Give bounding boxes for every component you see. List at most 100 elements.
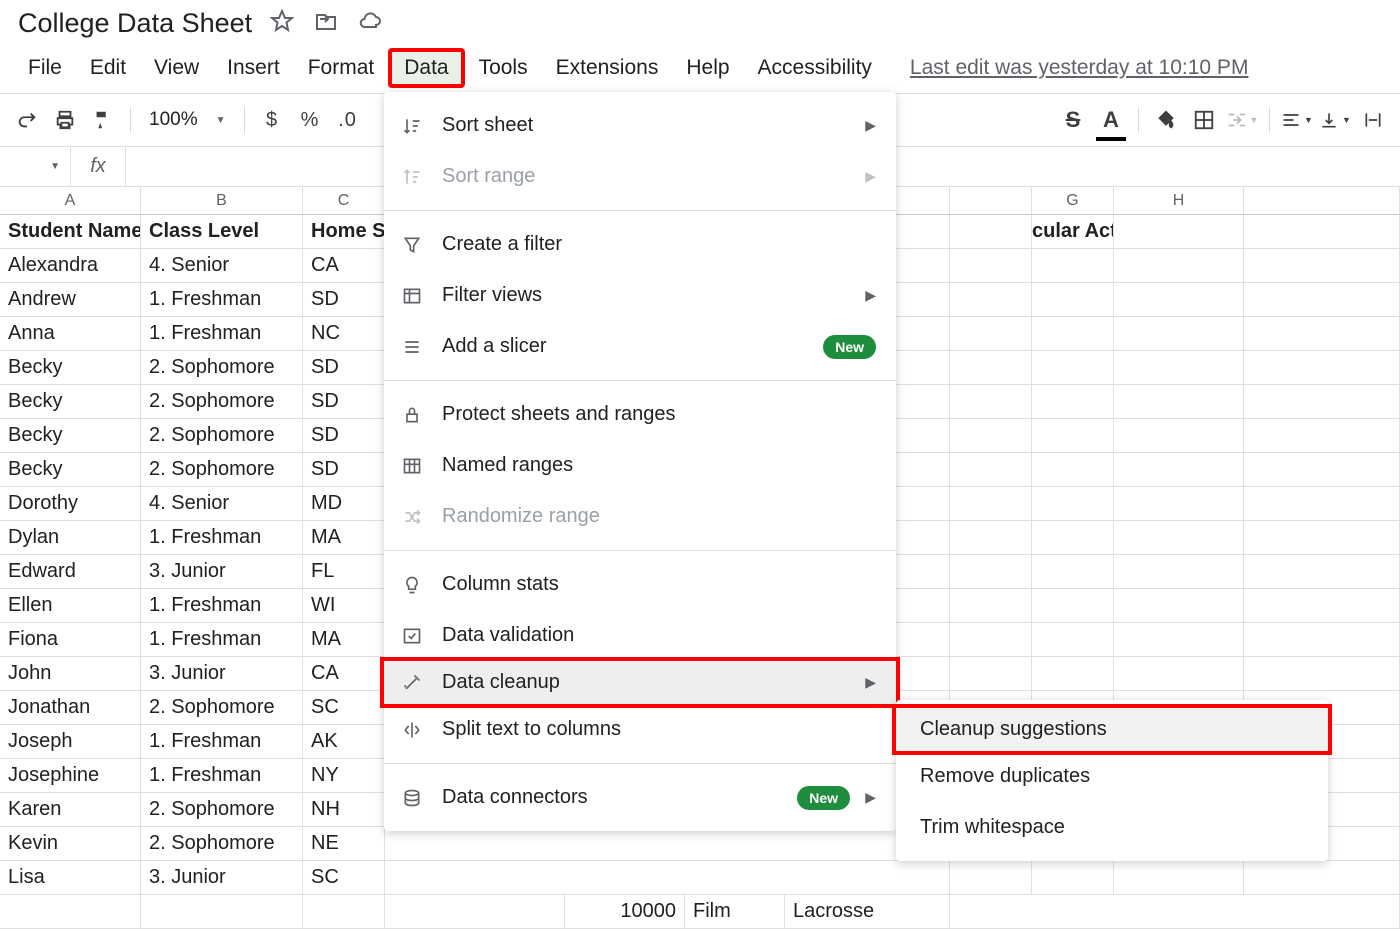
decimal-button[interactable]: .0 xyxy=(331,103,365,137)
cell[interactable] xyxy=(950,895,1400,929)
column-header[interactable]: A xyxy=(0,187,141,215)
menu-data[interactable]: Data xyxy=(388,48,464,88)
cell[interactable]: Becky xyxy=(0,385,141,419)
menu-view[interactable]: View xyxy=(140,48,213,88)
menu-tools[interactable]: Tools xyxy=(465,48,542,88)
cell[interactable] xyxy=(1244,453,1400,487)
cell[interactable] xyxy=(1114,487,1244,521)
cell[interactable] xyxy=(950,521,1032,555)
cell[interactable]: MA xyxy=(303,623,385,657)
currency-button[interactable]: $ xyxy=(255,103,289,137)
cell[interactable]: NC xyxy=(303,317,385,351)
cell[interactable]: SC xyxy=(303,691,385,725)
move-icon[interactable] xyxy=(314,9,338,38)
cell[interactable]: CA xyxy=(303,249,385,283)
cell[interactable]: 2. Sophomore xyxy=(141,453,303,487)
cell[interactable] xyxy=(1244,521,1400,555)
cell[interactable] xyxy=(1244,419,1400,453)
cell[interactable] xyxy=(1244,623,1400,657)
cell[interactable]: 10000 xyxy=(565,895,685,929)
cell[interactable]: Becky xyxy=(0,351,141,385)
cell[interactable]: Class Level xyxy=(141,215,303,249)
cell[interactable]: SD xyxy=(303,283,385,317)
menu-item-column-stats[interactable]: Column stats xyxy=(384,559,896,610)
cell[interactable]: MD xyxy=(303,487,385,521)
cell[interactable] xyxy=(1244,283,1400,317)
cell[interactable]: 2. Sophomore xyxy=(141,793,303,827)
cell[interactable] xyxy=(1032,385,1114,419)
cell[interactable]: AK xyxy=(303,725,385,759)
cell[interactable]: NH xyxy=(303,793,385,827)
cell[interactable] xyxy=(1032,521,1114,555)
cell[interactable] xyxy=(1114,861,1244,895)
cell[interactable]: WI xyxy=(303,589,385,623)
cell[interactable] xyxy=(950,453,1032,487)
cell[interactable] xyxy=(1244,657,1400,691)
cell[interactable] xyxy=(1032,249,1114,283)
cell[interactable] xyxy=(1244,589,1400,623)
cell[interactable]: FL xyxy=(303,555,385,589)
cell[interactable] xyxy=(1114,249,1244,283)
menu-edit[interactable]: Edit xyxy=(76,48,140,88)
cell[interactable] xyxy=(1114,351,1244,385)
cell[interactable] xyxy=(1114,555,1244,589)
cell[interactable] xyxy=(0,895,141,929)
valign-icon[interactable]: ▼ xyxy=(1318,103,1352,137)
column-header[interactable]: G xyxy=(1032,187,1114,215)
cell[interactable]: Josephine xyxy=(0,759,141,793)
cell[interactable] xyxy=(950,351,1032,385)
cell[interactable]: 3. Junior xyxy=(141,861,303,895)
name-box[interactable] xyxy=(0,161,70,172)
cell[interactable]: 1. Freshman xyxy=(141,283,303,317)
cell[interactable] xyxy=(1244,215,1400,249)
cell[interactable]: NE xyxy=(303,827,385,861)
zoom-select[interactable]: 100% xyxy=(141,109,234,131)
cell[interactable] xyxy=(950,215,1032,249)
cell[interactable]: 2. Sophomore xyxy=(141,351,303,385)
column-header[interactable] xyxy=(950,187,1032,215)
cell[interactable]: SD xyxy=(303,419,385,453)
percent-button[interactable]: % xyxy=(293,103,327,137)
cell[interactable] xyxy=(1244,317,1400,351)
cell[interactable]: 2. Sophomore xyxy=(141,419,303,453)
cell[interactable]: Lisa xyxy=(0,861,141,895)
cell[interactable]: MA xyxy=(303,521,385,555)
cell[interactable]: 1. Freshman xyxy=(141,521,303,555)
cell[interactable]: 2. Sophomore xyxy=(141,691,303,725)
menu-extensions[interactable]: Extensions xyxy=(542,48,673,88)
halign-icon[interactable]: ▼ xyxy=(1280,103,1314,137)
cell[interactable] xyxy=(1114,623,1244,657)
cell[interactable] xyxy=(950,249,1032,283)
cell[interactable]: 4. Senior xyxy=(141,249,303,283)
menu-help[interactable]: Help xyxy=(672,48,743,88)
cell[interactable]: Edward xyxy=(0,555,141,589)
menu-item-split-text-to-columns[interactable]: Split text to columns xyxy=(384,704,896,755)
cell[interactable] xyxy=(1032,453,1114,487)
menu-item-named-ranges[interactable]: Named ranges xyxy=(384,440,896,491)
cell[interactable]: SD xyxy=(303,351,385,385)
cell[interactable] xyxy=(950,317,1032,351)
cell[interactable] xyxy=(1032,419,1114,453)
star-icon[interactable] xyxy=(270,9,294,38)
cell[interactable]: Dorothy xyxy=(0,487,141,521)
merge-icon[interactable]: ▼ xyxy=(1225,103,1259,137)
cell[interactable] xyxy=(385,861,950,895)
doc-title[interactable]: College Data Sheet xyxy=(18,8,252,39)
wrap-icon[interactable] xyxy=(1356,103,1390,137)
menu-item-create-a-filter[interactable]: Create a filter xyxy=(384,219,896,270)
cell[interactable] xyxy=(950,555,1032,589)
fill-color-icon[interactable] xyxy=(1149,103,1183,137)
cell[interactable] xyxy=(1032,555,1114,589)
cell[interactable]: Dylan xyxy=(0,521,141,555)
column-header[interactable]: B xyxy=(141,187,303,215)
cell[interactable] xyxy=(1114,657,1244,691)
menu-insert[interactable]: Insert xyxy=(213,48,294,88)
cell[interactable]: 1. Freshman xyxy=(141,759,303,793)
cell[interactable]: 3. Junior xyxy=(141,657,303,691)
cell[interactable] xyxy=(950,589,1032,623)
cell[interactable] xyxy=(1114,419,1244,453)
cell[interactable]: Karen xyxy=(0,793,141,827)
menu-item-data-validation[interactable]: Data validation xyxy=(384,610,896,661)
borders-icon[interactable] xyxy=(1187,103,1221,137)
cell[interactable] xyxy=(1114,589,1244,623)
